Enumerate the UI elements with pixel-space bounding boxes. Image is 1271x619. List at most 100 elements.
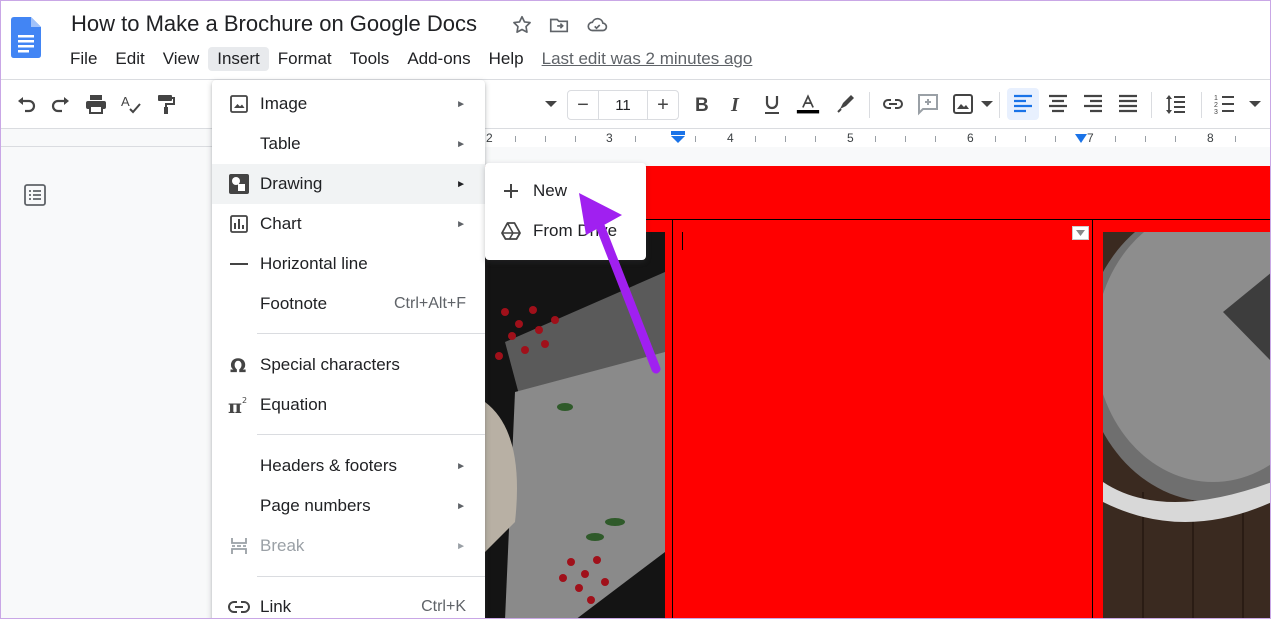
horizontal-line-icon	[228, 253, 250, 275]
move-to-folder-icon[interactable]	[548, 14, 570, 36]
submenu-arrow-icon: ►	[456, 218, 466, 230]
ruler-track: 2 3 4 5 6 7 8	[485, 129, 1270, 147]
ruler-number: 3	[606, 131, 613, 145]
numbered-list-icon[interactable]: 123	[1213, 92, 1237, 116]
menu-item-drawing[interactable]: Drawing ►	[212, 164, 485, 204]
menu-item-label: Link	[260, 597, 292, 616]
right-indent-marker-icon[interactable]	[1075, 134, 1087, 143]
brochure-photo-right[interactable]	[1103, 232, 1270, 618]
submenu-item-from-drive[interactable]: From Drive	[485, 211, 646, 251]
line-spacing-icon[interactable]	[1164, 92, 1188, 116]
menu-item-label: Equation	[260, 395, 328, 414]
ruler-tick	[815, 136, 816, 142]
redo-icon[interactable]	[49, 92, 73, 116]
font-size-input[interactable]: 11	[598, 91, 648, 119]
text-color-icon[interactable]	[796, 92, 824, 116]
menu-item-shortcut: Ctrl+K	[421, 598, 466, 615]
break-icon	[228, 535, 250, 557]
menu-view[interactable]: View	[154, 47, 209, 71]
brochure-photo-left[interactable]	[485, 232, 665, 618]
google-docs-logo-icon[interactable]	[11, 17, 41, 58]
menu-item-equation[interactable]: π2 Equation	[212, 385, 485, 425]
submenu-item-label: From Drive	[533, 221, 618, 240]
ruler-tick	[1145, 136, 1146, 142]
menu-item-link[interactable]: Link Ctrl+K	[212, 587, 485, 618]
menu-edit[interactable]: Edit	[106, 47, 153, 71]
ruler-tick	[1055, 136, 1056, 142]
ruler-tick	[995, 136, 996, 142]
toolbar: A − 11 + B I 123	[1, 79, 1270, 129]
bold-icon[interactable]: B	[690, 92, 714, 116]
toolbar-separator	[999, 92, 1000, 118]
insert-menu: Image ► Table ► Drawing ► Chart ► Horizo…	[212, 80, 485, 618]
menu-insert[interactable]: Insert	[208, 47, 269, 71]
align-justify-icon[interactable]	[1116, 92, 1140, 116]
chart-icon	[228, 213, 250, 235]
menu-item-break[interactable]: Break ►	[212, 526, 485, 566]
menu-item-table[interactable]: Table ►	[212, 124, 485, 164]
italic-icon[interactable]: I	[725, 92, 749, 116]
cloud-saved-icon[interactable]	[586, 14, 608, 36]
drawing-icon	[228, 173, 250, 195]
menu-item-page-numbers[interactable]: Page numbers ►	[212, 486, 485, 526]
menu-separator	[257, 333, 485, 334]
left-indent-marker-icon[interactable]	[671, 131, 685, 143]
menu-separator	[257, 434, 485, 435]
ruler-number: 8	[1207, 131, 1214, 145]
menu-item-label: Horizontal line	[260, 254, 368, 273]
menu-item-headers-footers[interactable]: Headers & footers ►	[212, 446, 485, 486]
menubar: File Edit View Insert Format Tools Add-o…	[61, 46, 752, 72]
cell-options-dropdown[interactable]	[1072, 226, 1089, 240]
submenu-arrow-icon: ►	[456, 178, 466, 190]
star-icon[interactable]	[511, 14, 533, 36]
menu-file[interactable]: File	[61, 47, 106, 71]
menu-tools[interactable]: Tools	[341, 47, 399, 71]
print-icon[interactable]	[84, 92, 108, 116]
toolbar-separator	[1201, 92, 1202, 118]
toolbar-separator	[869, 92, 870, 118]
submenu-arrow-icon: ►	[456, 98, 466, 110]
menu-item-special-characters[interactable]: Ω Special characters	[212, 345, 485, 385]
menu-help[interactable]: Help	[480, 47, 533, 71]
document-outline-icon[interactable]	[23, 183, 47, 207]
menu-item-image[interactable]: Image ►	[212, 84, 485, 124]
ruler-tick	[755, 136, 756, 142]
increase-font-size-button[interactable]: +	[648, 91, 678, 119]
menu-item-horizontal-line[interactable]: Horizontal line	[212, 244, 485, 284]
highlight-color-icon[interactable]	[834, 92, 858, 116]
align-left-icon[interactable]	[1007, 88, 1039, 120]
ruler-tick	[695, 136, 696, 142]
drive-icon	[501, 221, 521, 241]
svg-text:I: I	[730, 94, 740, 116]
menu-item-label: Headers & footers	[260, 456, 398, 475]
svg-text:Ω: Ω	[230, 355, 246, 375]
decrease-font-size-button[interactable]: −	[568, 91, 598, 119]
table-border	[1092, 219, 1093, 618]
add-comment-icon[interactable]	[916, 92, 940, 116]
menu-format[interactable]: Format	[269, 47, 341, 71]
insert-image-icon[interactable]	[951, 92, 975, 116]
ruler-tick	[785, 136, 786, 142]
menu-addons[interactable]: Add-ons	[398, 47, 479, 71]
svg-text:1: 1	[1214, 95, 1218, 102]
spellcheck-icon[interactable]: A	[119, 92, 143, 116]
undo-icon[interactable]	[14, 92, 38, 116]
ruler-tick	[545, 136, 546, 142]
submenu-item-new[interactable]: New	[485, 171, 646, 211]
underline-icon[interactable]	[760, 92, 784, 116]
insert-link-icon[interactable]	[881, 92, 905, 116]
image-dropdown-chevron-icon[interactable]	[975, 92, 993, 116]
list-dropdown-chevron-icon[interactable]	[1243, 92, 1261, 116]
ruler[interactable]: 2 3 4 5 6 7 8	[1, 129, 1270, 147]
menu-item-footnote[interactable]: Footnote Ctrl+Alt+F	[212, 284, 485, 324]
paint-format-icon[interactable]	[154, 92, 178, 116]
ruler-tick	[1235, 136, 1236, 142]
last-edit-link[interactable]: Last edit was 2 minutes ago	[542, 49, 753, 69]
align-center-icon[interactable]	[1046, 92, 1070, 116]
submenu-arrow-icon: ►	[456, 460, 466, 472]
align-right-icon[interactable]	[1081, 92, 1105, 116]
document-title[interactable]: How to Make a Brochure on Google Docs	[71, 11, 477, 37]
text-cursor	[682, 232, 683, 250]
menu-item-chart[interactable]: Chart ►	[212, 204, 485, 244]
font-dropdown-chevron-icon[interactable]	[539, 92, 557, 116]
